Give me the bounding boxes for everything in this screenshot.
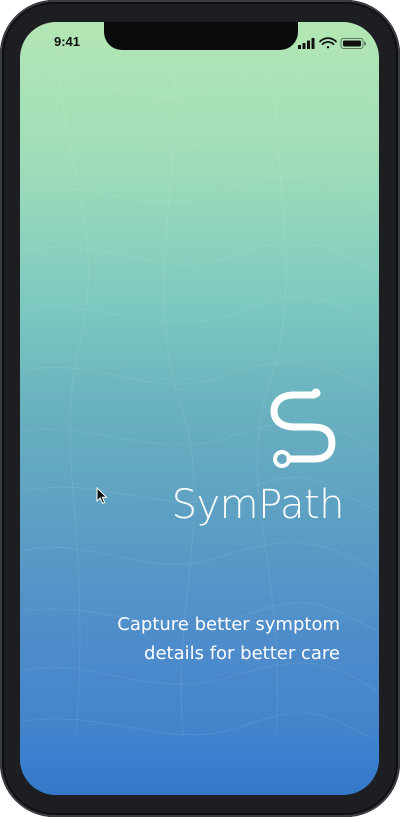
bottom-bar xyxy=(20,737,379,795)
mouse-pointer-icon xyxy=(96,487,108,505)
battery-icon xyxy=(340,38,366,49)
device-notch xyxy=(104,22,298,50)
sympath-logo-icon xyxy=(270,388,336,468)
status-time: 9:41 xyxy=(54,34,81,49)
app-name: SymPath xyxy=(171,482,345,528)
phone-frame: 9:41 SymPath Capture better symptom deta… xyxy=(0,0,400,817)
signal-icon xyxy=(298,38,315,49)
tagline: Capture better symptom details for bette… xyxy=(60,610,340,668)
tagline-line-1: Capture better symptom xyxy=(117,614,340,635)
status-icons xyxy=(298,37,366,49)
tagline-line-2: details for better care xyxy=(144,643,340,664)
wifi-icon xyxy=(319,37,337,49)
